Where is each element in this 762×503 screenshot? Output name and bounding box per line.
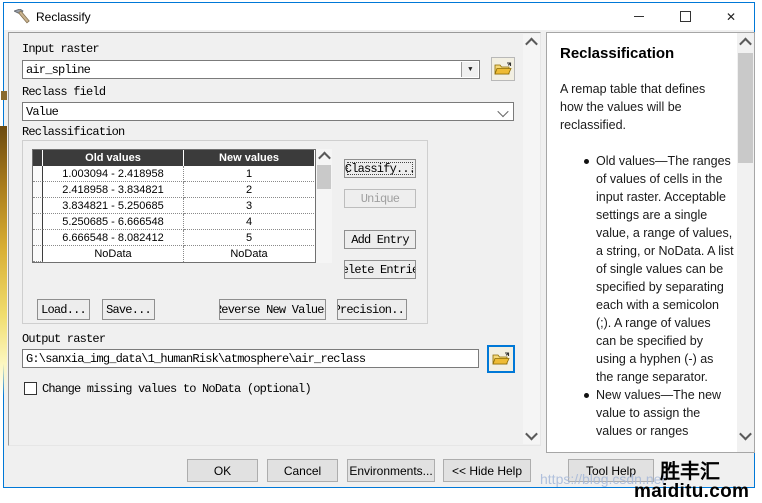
dropdown-arrow-icon: ▼ <box>468 66 471 74</box>
row-selector[interactable] <box>33 198 43 214</box>
classify-button[interactable]: Classify... <box>344 159 416 178</box>
ok-button[interactable]: OK <box>187 459 258 482</box>
hammer-icon <box>14 9 31 24</box>
nodata-checkbox-label: Change missing values to NoData (optiona… <box>42 382 311 396</box>
old-value-cell[interactable]: 3.834821 - 5.250685 <box>43 198 184 214</box>
output-raster-browse-button[interactable] <box>487 345 515 373</box>
table-row[interactable]: 1.003094 - 2.418958 1 <box>33 166 315 182</box>
row-selector[interactable] <box>33 230 43 246</box>
add-entry-button[interactable]: Add Entry <box>344 230 416 249</box>
chevron-up-icon <box>525 38 538 51</box>
scrollbar-thumb[interactable] <box>317 165 331 189</box>
bullet-dot <box>584 393 589 398</box>
table-row[interactable]: 5.250685 - 6.666548 4 <box>33 214 315 230</box>
new-value-cell[interactable]: 5 <box>184 230 314 246</box>
row-selector[interactable] <box>33 166 43 182</box>
output-raster-input[interactable]: G:\sanxia_img_data\1_humanRisk\atmospher… <box>22 349 479 368</box>
table-row[interactable]: 2.418958 - 3.834821 2 <box>33 182 315 198</box>
new-value-cell[interactable]: 4 <box>184 214 314 230</box>
new-value-cell[interactable]: NoData <box>184 246 314 262</box>
output-raster-label: Output raster <box>22 332 105 346</box>
row-selector-header <box>33 150 43 166</box>
scrollbar-thumb[interactable] <box>738 53 753 163</box>
reclassification-label: Reclassification <box>22 125 124 139</box>
cancel-button[interactable]: Cancel <box>267 459 338 482</box>
table-row[interactable]: 6.666548 - 8.082412 5 <box>33 230 315 246</box>
window-title: Reclassify <box>36 10 91 24</box>
new-value-cell[interactable]: 2 <box>184 182 314 198</box>
scroll-up-button[interactable] <box>523 34 540 51</box>
tool-parameters-panel: Input raster air_spline ▼ Reclass field … <box>8 32 541 446</box>
unique-button[interactable]: Unique <box>344 189 416 208</box>
title-bar[interactable]: Reclassify ✕ <box>4 3 754 30</box>
chevron-down-icon <box>498 108 508 118</box>
reclass-field-combobox[interactable]: Value <box>22 102 514 121</box>
remap-table[interactable]: Old values New values 1.003094 - 2.41895… <box>32 149 316 263</box>
minimize-icon <box>634 16 644 17</box>
old-value-cell[interactable]: 6.666548 - 8.082412 <box>43 230 184 246</box>
chevron-up-icon <box>318 152 331 165</box>
help-scrollbar[interactable] <box>737 33 754 452</box>
load-button[interactable]: Load... <box>37 299 90 320</box>
input-raster-dropdown-button[interactable]: ▼ <box>461 62 478 77</box>
help-bullet: New values—The new value to assign the v… <box>584 386 744 440</box>
input-raster-value: air_spline <box>26 63 90 77</box>
old-value-cell[interactable]: 2.418958 - 3.834821 <box>43 182 184 198</box>
new-value-cell[interactable]: 1 <box>184 166 314 182</box>
background-gold-artifact <box>0 126 7 396</box>
new-value-cell[interactable]: 3 <box>184 198 314 214</box>
parameters-scrollbar[interactable] <box>523 34 540 444</box>
reclass-field-value: Value <box>26 105 58 119</box>
reverse-new-values-button[interactable]: Reverse New Values <box>219 299 326 320</box>
nodata-checkbox[interactable] <box>24 382 37 395</box>
row-selector[interactable] <box>33 246 43 262</box>
old-value-cell[interactable]: NoData <box>43 246 184 262</box>
chevron-down-icon <box>525 428 538 441</box>
open-folder-icon <box>494 62 512 76</box>
close-icon: ✕ <box>726 11 736 23</box>
watermark-chinese: 胜丰汇 <box>660 455 720 484</box>
scroll-up-button[interactable] <box>316 149 332 164</box>
row-selector[interactable] <box>33 182 43 198</box>
close-button[interactable]: ✕ <box>708 3 754 30</box>
help-paragraph: A remap table that defines how the value… <box>560 80 730 134</box>
table-scrollbar[interactable] <box>316 149 332 263</box>
background-gold-tick <box>1 91 7 100</box>
scroll-down-button[interactable] <box>523 427 540 444</box>
output-raster-value: G:\sanxia_img_data\1_humanRisk\atmospher… <box>26 352 365 366</box>
minimize-button[interactable] <box>616 3 662 30</box>
old-values-header[interactable]: Old values <box>43 150 184 166</box>
chevron-down-icon <box>739 427 752 440</box>
help-bullet-list: Old values—The ranges of values of cells… <box>560 152 744 440</box>
save-button[interactable]: Save... <box>102 299 155 320</box>
input-raster-browse-button[interactable] <box>491 57 515 81</box>
help-panel: Reclassification A remap table that defi… <box>546 32 755 453</box>
new-values-header[interactable]: New values <box>184 150 314 166</box>
input-raster-combobox[interactable]: air_spline ▼ <box>22 60 480 79</box>
input-raster-label: Input raster <box>22 42 99 56</box>
table-row[interactable]: 3.834821 - 5.250685 3 <box>33 198 315 214</box>
precision-button[interactable]: Precision... <box>337 299 407 320</box>
table-header-row: Old values New values <box>33 150 315 166</box>
delete-entries-button[interactable]: Delete Entries <box>344 260 416 279</box>
bullet-dot <box>584 159 589 164</box>
maximize-icon <box>680 11 691 22</box>
maximize-button[interactable] <box>662 3 708 30</box>
reclassify-dialog: Reclassify ✕ Input raster air_spline ▼ R… <box>3 2 755 488</box>
open-folder-icon <box>492 352 510 366</box>
help-title: Reclassification <box>560 45 674 62</box>
old-value-cell[interactable]: 5.250685 - 6.666548 <box>43 214 184 230</box>
table-row[interactable]: NoData NoData <box>33 246 315 262</box>
scroll-up-button[interactable] <box>737 33 754 51</box>
scroll-down-button[interactable] <box>737 426 754 444</box>
environments-button[interactable]: Environments... <box>347 459 435 482</box>
hide-help-button[interactable]: << Hide Help <box>443 459 531 482</box>
row-selector[interactable] <box>33 214 43 230</box>
reclass-field-label: Reclass field <box>22 85 105 99</box>
chevron-up-icon <box>739 37 752 50</box>
help-bullet: Old values—The ranges of values of cells… <box>584 152 744 386</box>
old-value-cell[interactable]: 1.003094 - 2.418958 <box>43 166 184 182</box>
